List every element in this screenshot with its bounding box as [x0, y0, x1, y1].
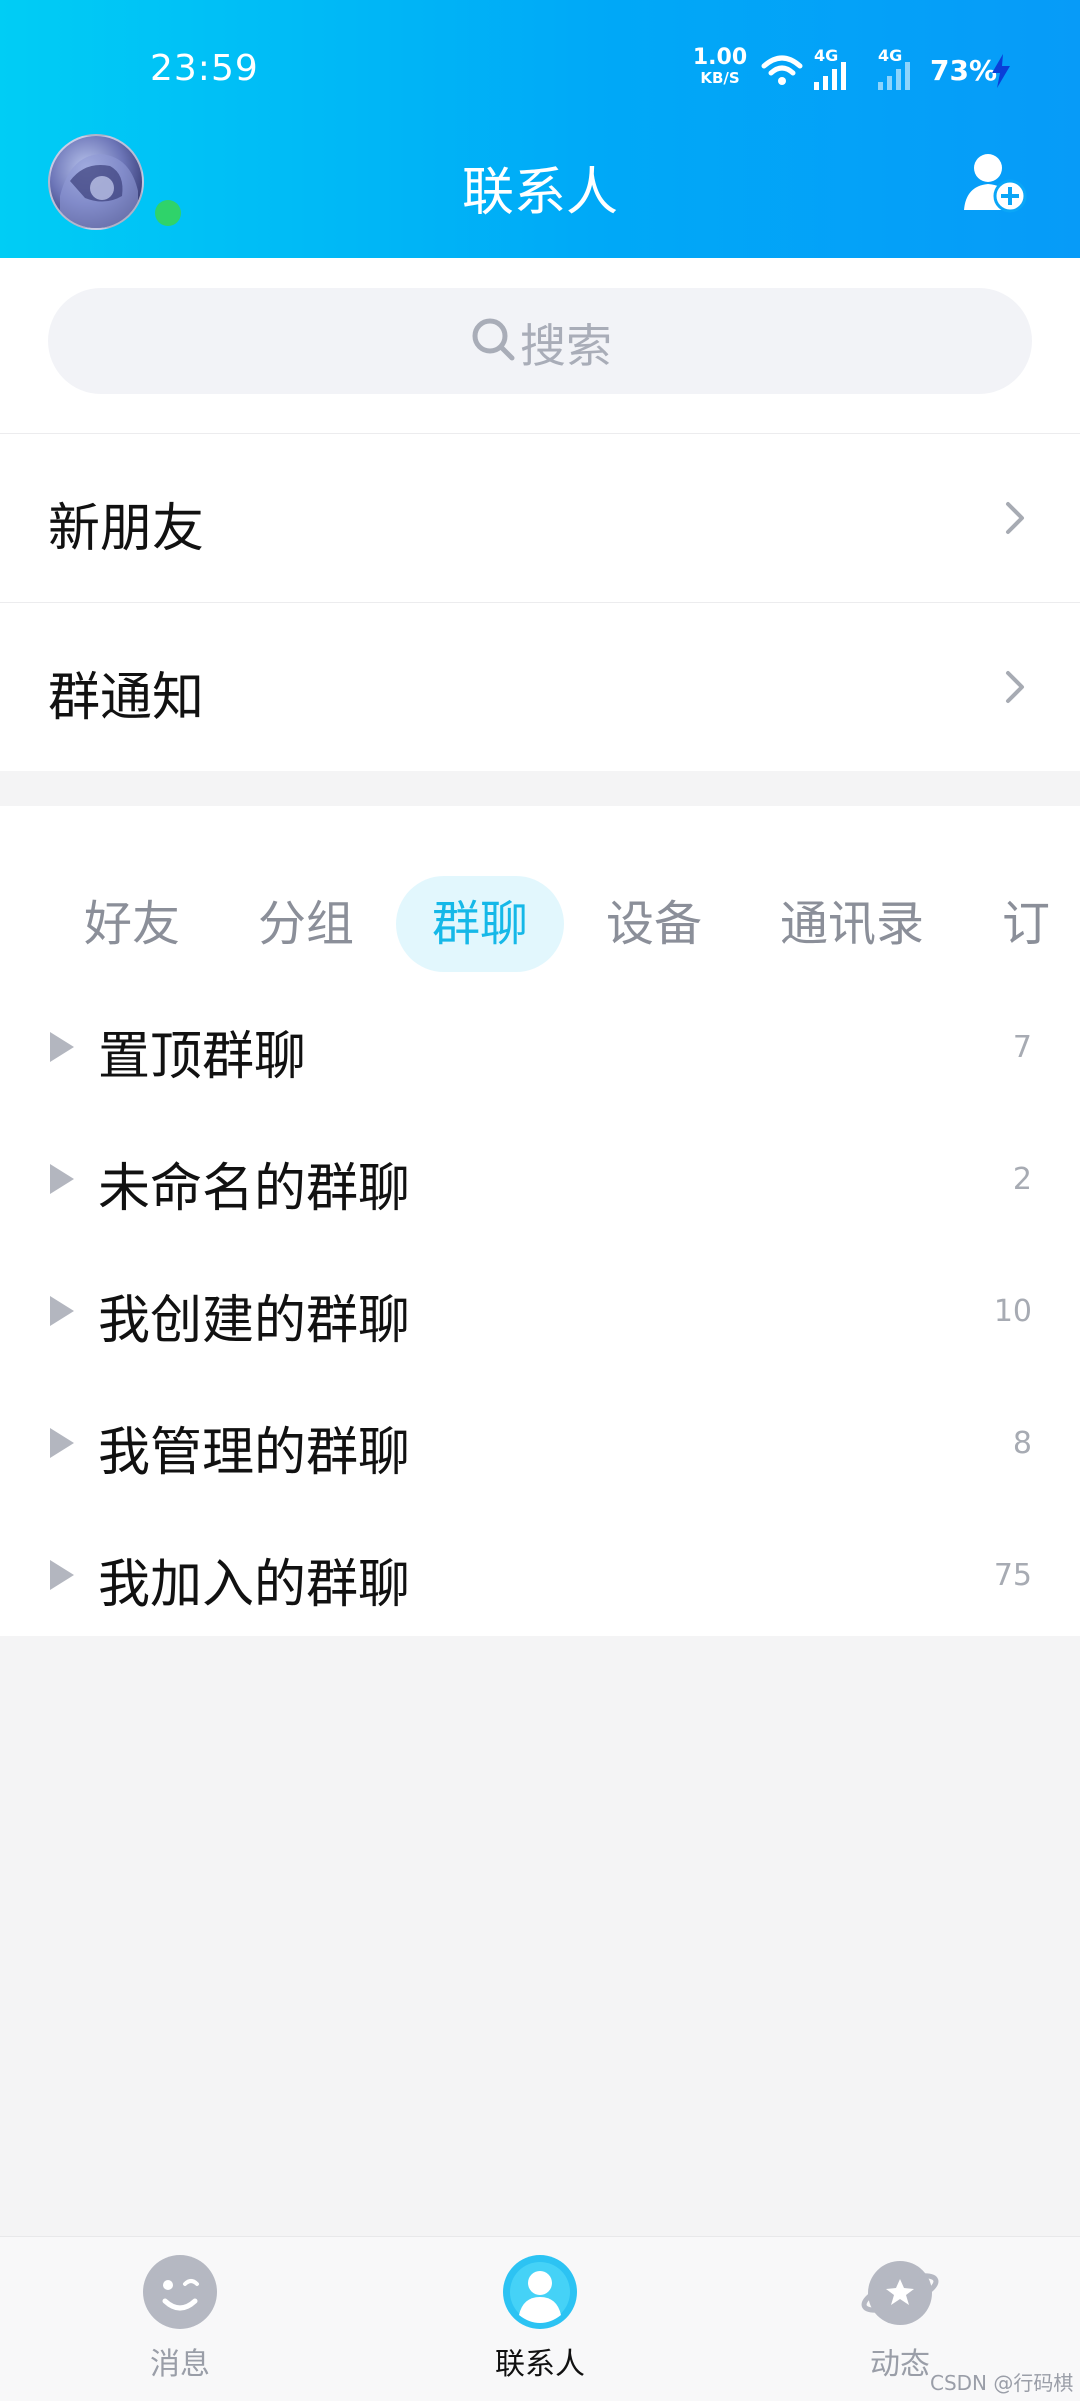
group-category-name: 未命名的群聊 — [98, 1159, 411, 1219]
group-category-row[interactable]: 我加入的群聊 75 — [0, 1514, 1080, 1646]
group-category-name: 置顶群聊 — [98, 1027, 307, 1087]
nav-contacts[interactable]: 联系人 — [440, 2253, 640, 2383]
planet-icon — [861, 2261, 939, 2325]
expand-triangle-icon — [50, 1428, 74, 1458]
new-friends-row[interactable]: 新朋友 — [0, 434, 1080, 602]
nav-moments[interactable]: 动态 — [800, 2253, 1000, 2383]
tab-groups[interactable]: 分组 — [258, 876, 354, 972]
network-speed-unit: KB/S — [700, 69, 740, 87]
group-notice-label: 群通知 — [48, 668, 205, 728]
network-speed-value: 1.00 — [692, 45, 748, 70]
group-chat-list: 置顶群聊 7 未命名的群聊 2 我创建的群聊 10 我管理的群聊 8 我加入的群… — [0, 986, 1080, 1636]
group-category-count: 75 — [993, 1558, 1032, 1593]
nav-messages-label: 消息 — [150, 2347, 210, 2382]
group-category-row[interactable]: 我创建的群聊 10 — [0, 1250, 1080, 1382]
watermark: CSDN @行码棋 — [930, 2371, 1074, 2395]
search-placeholder: 搜索 — [520, 319, 612, 373]
signal-icon — [814, 62, 846, 90]
tab-address-book[interactable]: 通讯录 — [780, 876, 924, 972]
group-category-row[interactable]: 置顶群聊 7 — [0, 986, 1080, 1118]
contact-tabs: 好友 分组 群聊 设备 通讯录 订阅 — [0, 806, 1080, 986]
group-category-row[interactable]: 我管理的群聊 8 — [0, 1382, 1080, 1514]
group-category-count: 8 — [1012, 1426, 1032, 1461]
search-section: 搜索 — [0, 258, 1080, 433]
app-header: 23:59 1.00 KB/S 4G 4G 73% 联系人 — [0, 0, 1080, 258]
tab-devices[interactable]: 设备 — [606, 876, 702, 972]
bottom-navigation: 消息 联系人 动态 — [0, 2236, 1080, 2401]
tab-group-chats[interactable]: 群聊 — [396, 876, 565, 972]
search-icon — [472, 318, 515, 361]
group-category-count: 7 — [1012, 1030, 1032, 1065]
new-friends-label: 新朋友 — [48, 499, 205, 559]
tab-friends[interactable]: 好友 — [84, 876, 180, 972]
chevron-right-icon — [1006, 671, 1024, 703]
nav-messages[interactable]: 消息 — [80, 2253, 280, 2383]
group-category-count: 2 — [1012, 1162, 1032, 1197]
expand-triangle-icon — [50, 1296, 74, 1326]
group-category-name: 我管理的群聊 — [98, 1423, 411, 1483]
expand-triangle-icon — [50, 1560, 74, 1590]
tab-subscriptions[interactable]: 订阅 — [1002, 876, 1080, 972]
group-category-name: 我加入的群聊 — [98, 1555, 411, 1615]
group-notice-row[interactable]: 群通知 — [0, 603, 1080, 771]
network-speed: 1.00 KB/S — [690, 45, 750, 88]
signal-weak-icon — [878, 62, 910, 90]
group-category-count: 10 — [993, 1294, 1032, 1329]
status-icons: 1.00 KB/S 4G 4G 73% — [690, 45, 1020, 96]
add-contact-icon[interactable] — [962, 150, 1028, 216]
search-input[interactable]: 搜索 — [48, 288, 1032, 394]
expand-triangle-icon — [50, 1164, 74, 1194]
expand-triangle-icon — [50, 1032, 74, 1062]
status-time: 23:59 — [150, 48, 259, 89]
group-category-row[interactable]: 未命名的群聊 2 — [0, 1118, 1080, 1250]
wifi-icon — [761, 55, 803, 85]
charging-icon — [992, 54, 1010, 88]
chevron-right-icon — [1006, 502, 1024, 534]
contacts-icon — [503, 2255, 577, 2329]
messages-icon — [143, 2255, 217, 2329]
group-category-name: 我创建的群聊 — [98, 1291, 411, 1351]
page-title: 联系人 — [461, 163, 618, 223]
battery-percentage: 73% — [930, 54, 998, 87]
nav-contacts-label: 联系人 — [495, 2347, 585, 2382]
